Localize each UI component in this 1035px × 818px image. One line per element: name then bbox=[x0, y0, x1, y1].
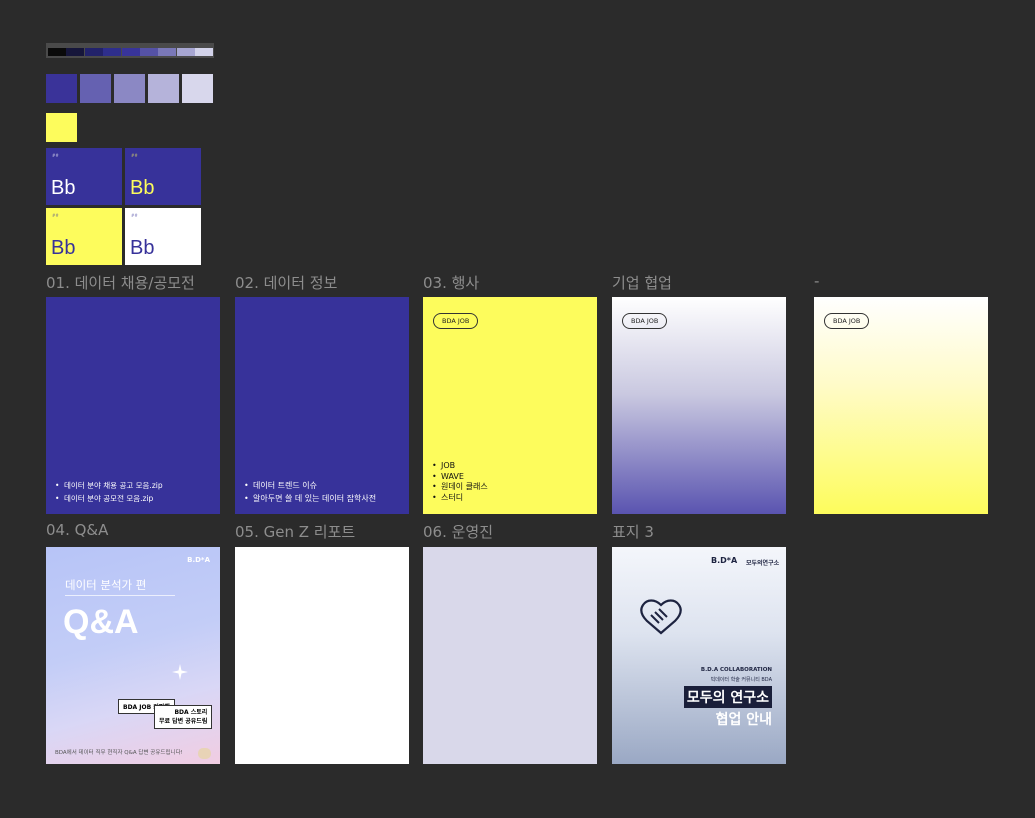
strip-color-cell bbox=[103, 48, 122, 56]
tile-code: ## bbox=[131, 213, 138, 218]
type-tile-navy-yellow[interactable]: ## Bb bbox=[125, 148, 201, 205]
mascot-icon bbox=[198, 748, 211, 759]
list-item: 데이터 트렌드 이슈 bbox=[244, 479, 376, 492]
color-swatch[interactable] bbox=[182, 74, 213, 103]
frame-data-info[interactable]: 데이터 트렌드 이슈 알아두면 쓸 데 있는 데이터 잡학사전 bbox=[235, 297, 409, 514]
modulabs-logo: 모두의연구소 bbox=[746, 560, 780, 567]
tile-sample-text: Bb bbox=[130, 177, 155, 199]
bda-job-pill: BDA JOB bbox=[622, 313, 668, 329]
frame-label-corp-collab[interactable]: 기업 협업 bbox=[612, 272, 672, 293]
list-item: WAVE bbox=[432, 472, 488, 483]
bullet-list: JOB WAVE 원데이 클래스 스터디 bbox=[432, 461, 488, 503]
frame-label-dash[interactable]: - bbox=[814, 272, 819, 290]
frame-label-data-info[interactable]: 02. 데이터 정보 bbox=[235, 272, 337, 293]
frame-dash[interactable]: BDA JOB bbox=[814, 297, 988, 514]
strip-color-cell bbox=[66, 48, 85, 56]
strip-color-cell bbox=[176, 48, 195, 56]
frame-label-cover3[interactable]: 표지 3 bbox=[612, 521, 654, 542]
type-tile-navy-white[interactable]: ## Bb bbox=[46, 148, 122, 205]
frame-events[interactable]: BDA JOB JOB WAVE 원데이 클래스 스터디 bbox=[423, 297, 597, 514]
color-swatch[interactable] bbox=[46, 74, 77, 103]
color-swatch[interactable] bbox=[148, 74, 179, 103]
divider bbox=[65, 595, 175, 596]
tag-story: BDA 스토리 무료 답변 공유드림 bbox=[154, 705, 213, 729]
tile-sample-text: Bb bbox=[51, 177, 76, 199]
strip-color-cell bbox=[140, 48, 158, 56]
sparkle-icon bbox=[172, 664, 188, 680]
yellow-swatch bbox=[46, 113, 77, 142]
bullet-list: 데이터 트렌드 이슈 알아두면 쓸 데 있는 데이터 잡학사전 bbox=[244, 479, 376, 505]
frame-genz-report[interactable] bbox=[235, 547, 409, 764]
list-item: 스터디 bbox=[432, 493, 488, 504]
strip-color-cell bbox=[84, 48, 103, 56]
tile-sample-text: Bb bbox=[51, 237, 76, 259]
frame-label-genz[interactable]: 05. Gen Z 리포트 bbox=[235, 521, 355, 542]
cover-title: 모두의 연구소 bbox=[683, 686, 772, 708]
frame-qna[interactable]: B.D*A 데이터 분석가 편 Q&A BDA JOB 커피챗 BDA 스토리 … bbox=[46, 547, 220, 764]
cover-title-2: 협업 안내 bbox=[715, 712, 772, 728]
frame-label-qna[interactable]: 04. Q&A bbox=[46, 521, 108, 539]
qna-footer: BDA에서 데이터 직무 현직자 Q&A 답변 공유드립니다! bbox=[55, 750, 183, 756]
list-item: 원데이 클래스 bbox=[432, 482, 488, 493]
type-tile-yellow-navy[interactable]: ## Bb bbox=[46, 208, 122, 265]
list-item: 데이터 분야 공모전 모음.zip bbox=[55, 492, 163, 505]
frame-staff[interactable] bbox=[423, 547, 597, 764]
type-tile-white-navy[interactable]: ## Bb bbox=[125, 208, 201, 265]
list-item: JOB bbox=[432, 461, 488, 472]
tile-code: ## bbox=[52, 213, 59, 218]
qna-title: Q&A bbox=[63, 603, 139, 641]
frame-cover3[interactable]: B.D*A 모두의연구소 B.D.A COLLABORATION 빅데이터 학술… bbox=[612, 547, 786, 764]
strip-color-cell bbox=[158, 48, 177, 56]
tile-code: ## bbox=[131, 153, 138, 158]
frame-corp-collab[interactable]: BDA JOB bbox=[612, 297, 786, 514]
bda-logo: B.D*A bbox=[187, 556, 210, 564]
list-item: 데이터 분야 채용 공고 모음.zip bbox=[55, 479, 163, 492]
frame-data-recruit[interactable]: 데이터 분야 채용 공고 모음.zip 데이터 분야 공모전 모음.zip bbox=[46, 297, 220, 514]
color-swatch[interactable] bbox=[114, 74, 145, 103]
strip-color-cell bbox=[195, 48, 214, 56]
bda-job-pill: BDA JOB bbox=[433, 313, 479, 329]
frame-label-staff[interactable]: 06. 운영진 bbox=[423, 521, 493, 542]
handshake-icon bbox=[640, 599, 682, 635]
color-swatch[interactable] bbox=[80, 74, 111, 103]
tile-sample-text: Bb bbox=[130, 237, 155, 259]
collab-sub: 빅데이터 학술 커뮤니티 BDA bbox=[710, 677, 772, 683]
bda-logo: B.D*A bbox=[711, 556, 738, 565]
strip-color-cell bbox=[48, 48, 66, 56]
qna-subtitle: 데이터 분석가 편 bbox=[65, 578, 147, 592]
palette-strip bbox=[46, 43, 214, 58]
bda-job-pill: BDA JOB bbox=[824, 313, 870, 329]
frame-label-events[interactable]: 03. 행사 bbox=[423, 272, 479, 293]
tile-code: ## bbox=[52, 153, 59, 158]
bullet-list: 데이터 분야 채용 공고 모음.zip 데이터 분야 공모전 모음.zip bbox=[55, 479, 163, 505]
strip-color-cell bbox=[121, 48, 140, 56]
collab-label: B.D.A COLLABORATION bbox=[700, 667, 772, 673]
frame-label-data-recruit[interactable]: 01. 데이터 채용/공모전 bbox=[46, 272, 195, 293]
list-item: 알아두면 쓸 데 있는 데이터 잡학사전 bbox=[244, 492, 376, 505]
